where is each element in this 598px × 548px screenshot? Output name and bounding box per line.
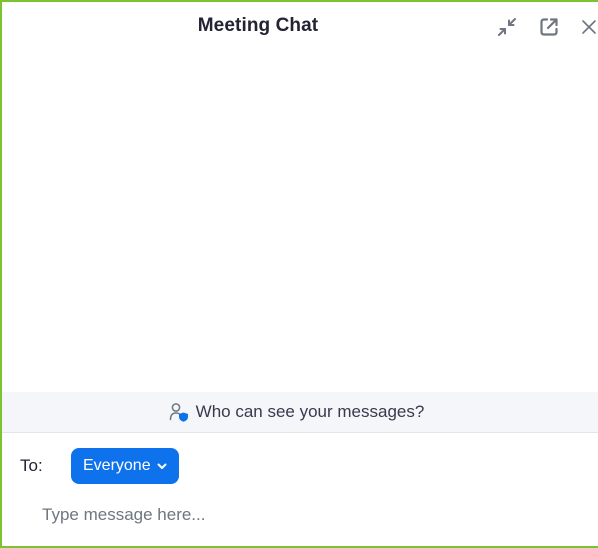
person-shield-icon <box>168 401 190 423</box>
to-label: To: <box>20 456 43 475</box>
meeting-chat-window: Meeting Chat Who can see your messages? … <box>0 0 598 548</box>
chat-title: Meeting Chat <box>197 15 319 36</box>
close-icon[interactable] <box>576 14 598 40</box>
chat-messages-area[interactable] <box>2 50 598 392</box>
chevron-down-icon <box>156 460 168 472</box>
chat-header: Meeting Chat <box>2 2 598 50</box>
message-input[interactable] <box>28 498 578 532</box>
recipient-dropdown[interactable]: Everyone <box>71 448 179 484</box>
recipient-row: To: Everyone <box>2 433 598 493</box>
collapse-icon[interactable] <box>494 14 520 40</box>
message-visibility-info[interactable]: Who can see your messages? <box>2 392 598 433</box>
pop-out-icon[interactable] <box>536 14 562 40</box>
recipient-value: Everyone <box>83 457 151 474</box>
visibility-text: Who can see your messages? <box>195 402 425 421</box>
